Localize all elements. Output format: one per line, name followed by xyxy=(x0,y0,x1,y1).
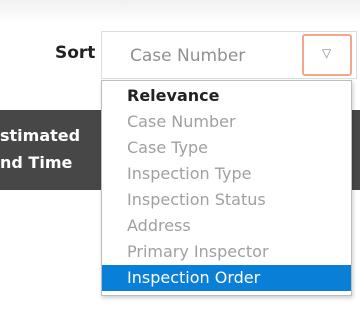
chevron-down-icon: ▽ xyxy=(322,46,332,60)
header-line-1: stimated xyxy=(0,126,81,145)
sort-select-value: Case Number xyxy=(130,46,246,66)
top-band xyxy=(0,0,360,24)
dropdown-option-inspection-type[interactable]: Inspection Type xyxy=(102,161,351,187)
sort-dropdown-list: Relevance Case Number Case Type Inspecti… xyxy=(101,80,352,296)
sort-select[interactable]: Case Number ▽ xyxy=(101,31,357,79)
dropdown-option-relevance[interactable]: Relevance xyxy=(102,83,351,109)
dropdown-option-inspection-order[interactable]: Inspection Order xyxy=(102,265,351,291)
dropdown-option-primary-inspector[interactable]: Primary Inspector xyxy=(102,239,351,265)
sort-label: Sort xyxy=(55,43,96,63)
estimated-end-time-header: stimated nd Time xyxy=(0,122,80,176)
sort-panel: Sort stimated nd Time Case Number ▽ Rele… xyxy=(0,0,360,331)
header-line-2: nd Time xyxy=(0,153,73,172)
sort-dropdown-toggle[interactable]: ▽ xyxy=(302,34,352,76)
dropdown-option-inspection-status[interactable]: Inspection Status xyxy=(102,187,351,213)
dropdown-option-address[interactable]: Address xyxy=(102,213,351,239)
dropdown-option-case-type[interactable]: Case Type xyxy=(102,135,351,161)
dropdown-option-case-number[interactable]: Case Number xyxy=(102,109,351,135)
